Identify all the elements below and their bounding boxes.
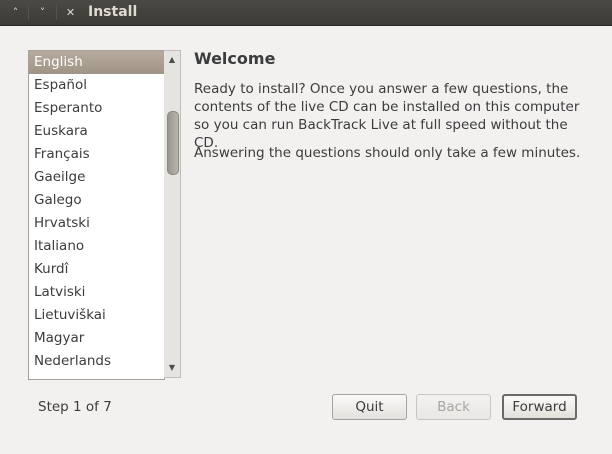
language-list[interactable]: English Español Esperanto Euskara Français Ga… [28, 50, 165, 380]
language-list-item[interactable]: Italiano [29, 235, 164, 258]
scrollbar-thumb[interactable] [167, 111, 179, 175]
scroll-up-arrow-icon[interactable]: ▲ [164, 53, 180, 67]
welcome-heading: Welcome [194, 49, 276, 68]
language-list-item[interactable]: Euskara [29, 120, 164, 143]
welcome-note: Answering the questions should only take… [194, 145, 581, 161]
window-title: Install [88, 4, 138, 20]
minimize-button[interactable]: ˄ [6, 5, 25, 20]
welcome-paragraph: Ready to install? Once you answer a few … [194, 81, 580, 151]
language-list-item[interactable]: Español [29, 74, 164, 97]
language-list-item[interactable]: Français [29, 143, 164, 166]
language-list-item[interactable]: Esperanto [29, 97, 164, 120]
quit-button[interactable]: Quit [332, 394, 407, 420]
language-list-item[interactable]: Nederlands [29, 350, 164, 373]
language-list-item[interactable]: Latviski [29, 281, 164, 304]
language-list-scrollbar[interactable]: ▲ ▼ [164, 50, 181, 378]
scroll-down-arrow-icon[interactable]: ▼ [164, 361, 180, 375]
language-list-item[interactable]: Kurdî [29, 258, 164, 281]
language-list-item[interactable]: English [29, 51, 164, 74]
language-list-item[interactable]: Hrvatski [29, 212, 164, 235]
titlebar-separator [28, 5, 29, 20]
title-bar: ˄ ˅ ✕ Install [0, 0, 612, 26]
language-list-item[interactable]: Gaeilge [29, 166, 164, 189]
titlebar-separator [56, 5, 57, 20]
maximize-button[interactable]: ˅ [33, 5, 52, 20]
back-button[interactable]: Back [416, 394, 491, 420]
language-list-item[interactable]: Magyar [29, 327, 164, 350]
forward-button[interactable]: Forward [502, 394, 577, 420]
close-button[interactable]: ✕ [61, 5, 80, 20]
step-indicator: Step 1 of 7 [38, 399, 112, 415]
language-list-item[interactable]: Lietuviškai [29, 304, 164, 327]
language-list-item[interactable]: Galego [29, 189, 164, 212]
